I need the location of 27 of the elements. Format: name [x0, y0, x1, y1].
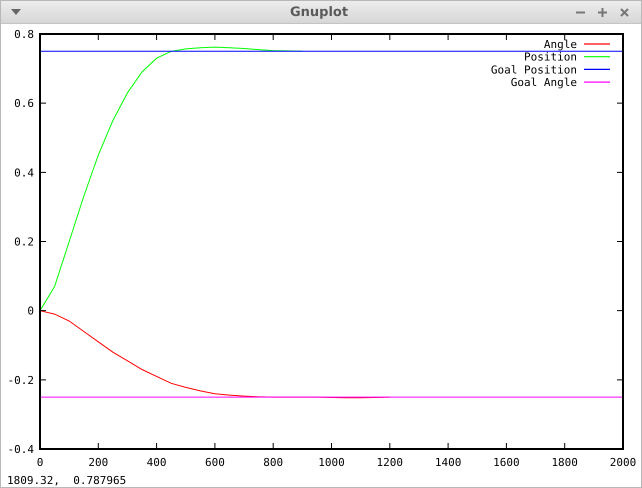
maximize-icon[interactable]: [598, 8, 607, 16]
x-tick-label: 1400: [434, 456, 462, 469]
x-tick-label: 1800: [551, 456, 578, 469]
legend-label: Goal Position: [490, 63, 577, 76]
y-tick-label: -0.2: [8, 374, 34, 387]
y-tick-label: 0.2: [14, 236, 34, 248]
status-text: 1809.32, 0.787965: [6, 474, 126, 487]
window-title: Gnuplot: [290, 4, 348, 20]
x-tick-label: 600: [204, 456, 225, 469]
x-tick-label: 400: [146, 456, 167, 469]
x-tick-label: 1000: [318, 456, 345, 469]
x-tick-label: 200: [88, 456, 108, 469]
x-tick-label: 2000: [610, 456, 636, 469]
x-tick-label: 0: [36, 456, 44, 469]
dropdown-arrow-icon[interactable]: [11, 9, 21, 15]
y-tick-label: 0.6: [14, 97, 34, 110]
legend-label: Angle: [544, 38, 577, 51]
legend-label: Position: [524, 50, 577, 64]
close-icon[interactable]: [620, 8, 629, 16]
x-tick-label: 1200: [376, 456, 404, 469]
y-tick-label: -0.4: [8, 443, 34, 456]
x-tick-label: 800: [263, 456, 284, 469]
y-tick-label: 0: [27, 304, 34, 318]
y-tick-label: 0.8: [14, 28, 34, 41]
y-tick-label: 0.4: [14, 166, 34, 180]
x-tick-label: 1600: [493, 456, 520, 469]
legend-label: Goal Angle: [510, 76, 577, 90]
